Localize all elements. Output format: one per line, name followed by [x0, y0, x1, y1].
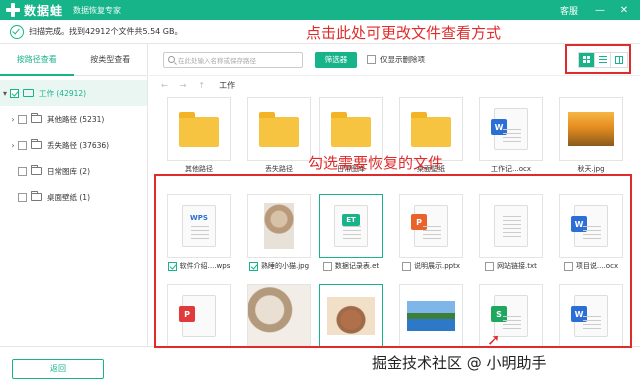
file-item[interactable]: 其他路径: [167, 97, 231, 174]
tree-item-desktop-wallpaper[interactable]: 桌面壁纸 (1): [0, 184, 147, 210]
only-deleted-toggle[interactable]: 仅显示删除项: [367, 54, 425, 65]
app-name: 数据蛙: [24, 3, 64, 18]
file-thumbnail[interactable]: [247, 97, 311, 161]
minimize-icon[interactable]: —: [592, 2, 608, 18]
title-bar: 数据蛙 数据恢复专家 客服 — ✕: [0, 0, 640, 20]
tree-item-label: 桌面壁纸 (1): [47, 192, 91, 202]
search-input[interactable]: 在此处输入名称或保存路径: [163, 51, 303, 68]
only-deleted-checkbox[interactable]: [367, 55, 376, 64]
tab-by-path[interactable]: 按路径查看: [0, 44, 74, 76]
filter-button[interactable]: 筛选器: [315, 51, 357, 68]
file-selection-highlight-box: [154, 174, 632, 348]
view-mode-hint-annotation: 点击此处可更改文件查看方式: [306, 24, 502, 42]
folder-icon: [331, 112, 371, 147]
file-item[interactable]: W 工作记...ocx: [479, 97, 543, 174]
check-circle-icon: [10, 24, 24, 39]
tree-item-label: 其他路径 (5231): [47, 114, 105, 124]
tree-root-work[interactable]: ▾ 工作 (42912): [0, 80, 147, 106]
back-arrow-icon[interactable]: ←: [161, 81, 168, 90]
forward-arrow-icon[interactable]: →: [180, 81, 187, 90]
tree-item-checkbox[interactable]: [18, 140, 27, 150]
file-name: 秋天.jpg: [577, 165, 605, 173]
tree-item-checkbox[interactable]: [18, 166, 27, 176]
customer-service-link[interactable]: 客服: [560, 4, 578, 17]
sidebar: 按路径查看 按类型查看 ▾ 工作 (42912) › 其他路径 (5231) ›…: [0, 44, 148, 346]
file-item[interactable]: 丢失路径: [247, 97, 311, 174]
file-thumbnail[interactable]: W: [479, 97, 543, 161]
file-item[interactable]: 秋天.jpg: [559, 97, 623, 174]
folder-icon: [31, 113, 42, 123]
root-checkbox[interactable]: [10, 88, 19, 98]
view-switcher-highlight-box: [565, 44, 631, 74]
back-button[interactable]: 返回: [12, 359, 104, 379]
search-placeholder: 在此处输入名称或保存路径: [178, 56, 256, 65]
only-deleted-label: 仅显示删除项: [380, 55, 425, 64]
select-files-hint-annotation: 勾选需要恢复的文件: [308, 154, 444, 172]
file-name: 丢失路径: [265, 165, 293, 173]
scan-status-text: 扫描完成。找到42912个文件共5.54 GB。: [29, 27, 183, 36]
folder-icon: [411, 112, 451, 147]
breadcrumb-current: 工作: [219, 80, 236, 90]
app-subtitle: 数据恢复专家: [73, 5, 122, 15]
drive-icon: [23, 89, 34, 97]
tree-root-label: 工作 (42912): [39, 88, 87, 98]
folder-tree: ▾ 工作 (42912) › 其他路径 (5231) › 丢失路径 (37636…: [0, 76, 147, 210]
tree-item-lost-paths[interactable]: › 丢失路径 (37636): [0, 132, 147, 158]
folder-icon: [31, 139, 42, 149]
up-arrow-icon[interactable]: ↑: [198, 81, 205, 90]
close-icon[interactable]: ✕: [616, 2, 632, 18]
autumn-photo-thumbnail: [568, 112, 614, 146]
folder-icon: [31, 191, 42, 201]
tree-item-checkbox[interactable]: [18, 114, 27, 124]
folder-icon: [259, 112, 299, 147]
file-name: 其他路径: [185, 165, 213, 173]
search-icon: [168, 56, 175, 63]
file-thumbnail[interactable]: [167, 97, 231, 161]
file-thumbnail[interactable]: [559, 97, 623, 161]
view-mode-tabs: 按路径查看 按类型查看: [0, 44, 147, 76]
folder-icon: [31, 165, 42, 175]
folder-icon: [179, 112, 219, 147]
tree-item-daily-gallery[interactable]: 日常图库 (2): [0, 158, 147, 184]
plus-logo-icon: [6, 3, 20, 17]
tree-item-label: 日常图库 (2): [47, 166, 91, 176]
doc-lines: [503, 129, 521, 143]
pointer-arrow-annotation: ➚: [487, 330, 501, 349]
chevron-right-icon[interactable]: ›: [8, 141, 18, 150]
chevron-right-icon[interactable]: ›: [8, 115, 18, 124]
file-name: 工作记...ocx: [491, 165, 531, 173]
chevron-down-icon[interactable]: ▾: [0, 89, 10, 98]
app-window: 数据蛙 数据恢复专家 客服 — ✕ 扫描完成。找到42912个文件共5.54 G…: [0, 0, 640, 390]
breadcrumb: ← → ↑ 工作: [149, 76, 640, 94]
watermark-text: 掘金技术社区 @ 小明助手: [372, 354, 547, 372]
tree-item-checkbox[interactable]: [18, 192, 27, 202]
tab-by-type[interactable]: 按类型查看: [74, 44, 148, 76]
word-document-icon: W: [491, 108, 528, 150]
app-logo: 数据蛙 数据恢复专家: [6, 2, 121, 19]
tree-item-label: 丢失路径 (37636): [47, 140, 110, 150]
tree-item-other-paths[interactable]: › 其他路径 (5231): [0, 106, 147, 132]
